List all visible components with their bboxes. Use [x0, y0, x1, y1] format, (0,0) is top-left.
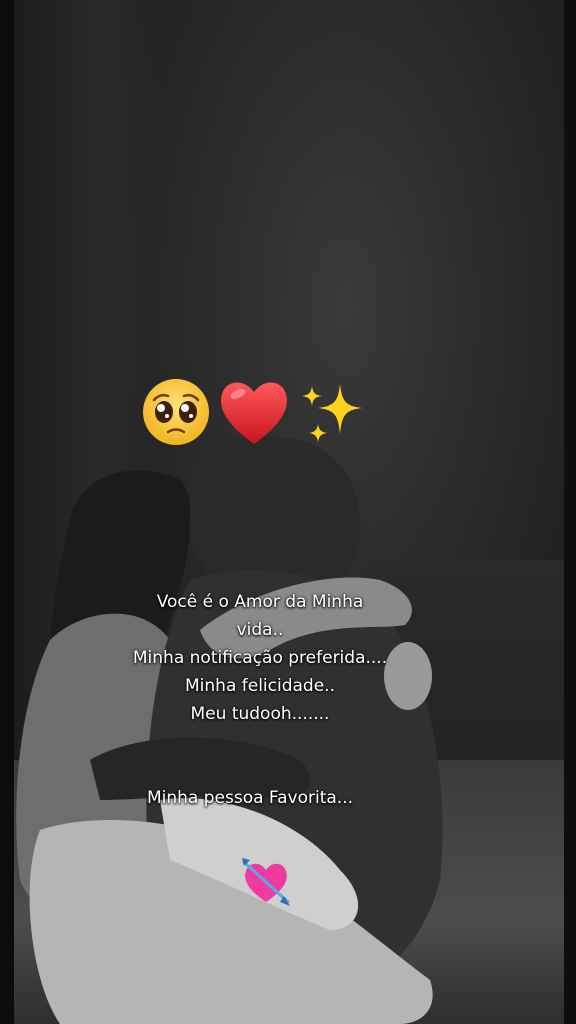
- caption-block: Você é o Amor da Minha vida.. Minha noti…: [110, 588, 410, 728]
- caption-line-4: Minha felicidade..: [185, 676, 335, 696]
- pleading-face-icon: [143, 379, 209, 445]
- caption-line-3: Minha notificação preferida....: [132, 648, 388, 668]
- caption-line-5: Meu tudooh.......: [190, 704, 330, 724]
- caption-line-2: vida..: [236, 620, 284, 640]
- caption-line-1: Você é o Amor da Minha: [156, 592, 364, 612]
- sparkles-icon: [302, 384, 362, 442]
- red-heart-icon: [221, 382, 287, 444]
- photo-scene: Você é o Amor da Minha vida.. Minha noti…: [0, 0, 576, 1024]
- heart-with-arrow-icon: [242, 858, 290, 906]
- caption-favorite: Minha pessoa Favorita...: [146, 788, 354, 808]
- emoji-row: [0, 372, 576, 452]
